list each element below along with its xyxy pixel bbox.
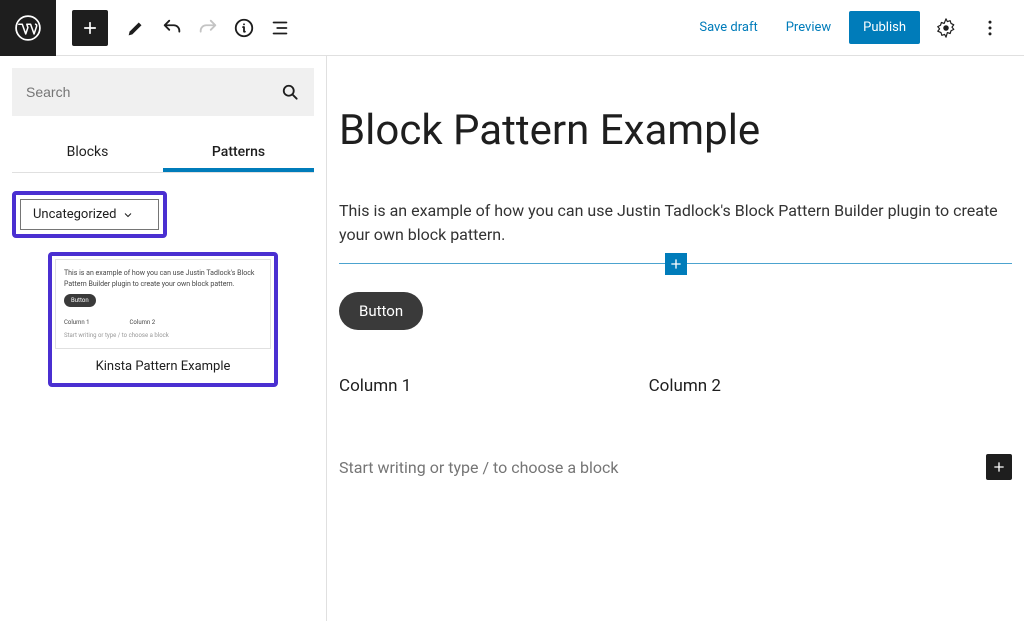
column-2[interactable]: Column 2 bbox=[649, 376, 1012, 396]
edit-mode-icon[interactable] bbox=[118, 10, 154, 46]
new-block-hint[interactable]: Start writing or type / to choose a bloc… bbox=[339, 458, 986, 477]
pattern-category: Uncategorized bbox=[12, 191, 314, 238]
content-button-block[interactable]: Button bbox=[339, 292, 423, 330]
chevron-down-icon bbox=[122, 209, 134, 221]
column-1[interactable]: Column 1 bbox=[339, 376, 649, 396]
trailing-inserter-button[interactable] bbox=[986, 454, 1012, 480]
toolbar-left bbox=[56, 10, 298, 46]
block-inserter-line[interactable] bbox=[339, 263, 1012, 264]
outline-icon[interactable] bbox=[262, 10, 298, 46]
default-block-appender[interactable]: Start writing or type / to choose a bloc… bbox=[339, 454, 1012, 480]
undo-icon[interactable] bbox=[154, 10, 190, 46]
search-box[interactable] bbox=[12, 68, 314, 116]
pattern-category-label: Uncategorized bbox=[33, 207, 116, 222]
pattern-card[interactable]: This is an example of how you can use Ju… bbox=[48, 252, 278, 387]
wordpress-logo[interactable] bbox=[0, 0, 56, 56]
search-icon bbox=[280, 82, 300, 102]
pattern-preview-text: This is an example of how you can use Ju… bbox=[64, 268, 262, 289]
content-paragraph[interactable]: This is an example of how you can use Ju… bbox=[339, 199, 999, 247]
tab-patterns[interactable]: Patterns bbox=[163, 134, 314, 172]
tab-underline bbox=[163, 168, 314, 172]
pattern-title: Kinsta Pattern Example bbox=[55, 349, 271, 380]
columns-block[interactable]: Column 1 Column 2 bbox=[339, 376, 1012, 396]
save-draft-button[interactable]: Save draft bbox=[689, 12, 767, 43]
info-icon[interactable] bbox=[226, 10, 262, 46]
publish-button[interactable]: Publish bbox=[849, 11, 920, 44]
pattern-preview-button: Button bbox=[64, 294, 96, 307]
add-block-button[interactable] bbox=[72, 10, 108, 46]
inline-inserter-button[interactable] bbox=[665, 253, 687, 275]
settings-icon[interactable] bbox=[928, 10, 964, 46]
toolbar-right: Save draft Preview Publish bbox=[689, 10, 1024, 46]
pattern-preview-columns: Column 1 Column 2 bbox=[64, 318, 262, 327]
more-menu-icon[interactable] bbox=[972, 10, 1008, 46]
redo-icon bbox=[190, 10, 226, 46]
pattern-category-select[interactable]: Uncategorized bbox=[20, 199, 159, 230]
inserter-tabs: Blocks Patterns bbox=[12, 134, 314, 172]
search-input[interactable] bbox=[26, 84, 280, 100]
post-title[interactable]: Block Pattern Example bbox=[339, 106, 1012, 155]
pattern-preview: This is an example of how you can use Ju… bbox=[55, 259, 271, 349]
inserter-sidebar: Blocks Patterns Uncategorized This is an… bbox=[0, 56, 327, 621]
top-toolbar: Save draft Preview Publish bbox=[0, 0, 1024, 56]
editor-canvas[interactable]: Block Pattern Example This is an example… bbox=[327, 56, 1024, 621]
preview-button[interactable]: Preview bbox=[776, 12, 841, 43]
tab-blocks[interactable]: Blocks bbox=[12, 134, 163, 172]
pattern-preview-hint: Start writing or type / to choose a bloc… bbox=[64, 331, 262, 340]
annotation-highlight: Uncategorized bbox=[12, 191, 167, 238]
